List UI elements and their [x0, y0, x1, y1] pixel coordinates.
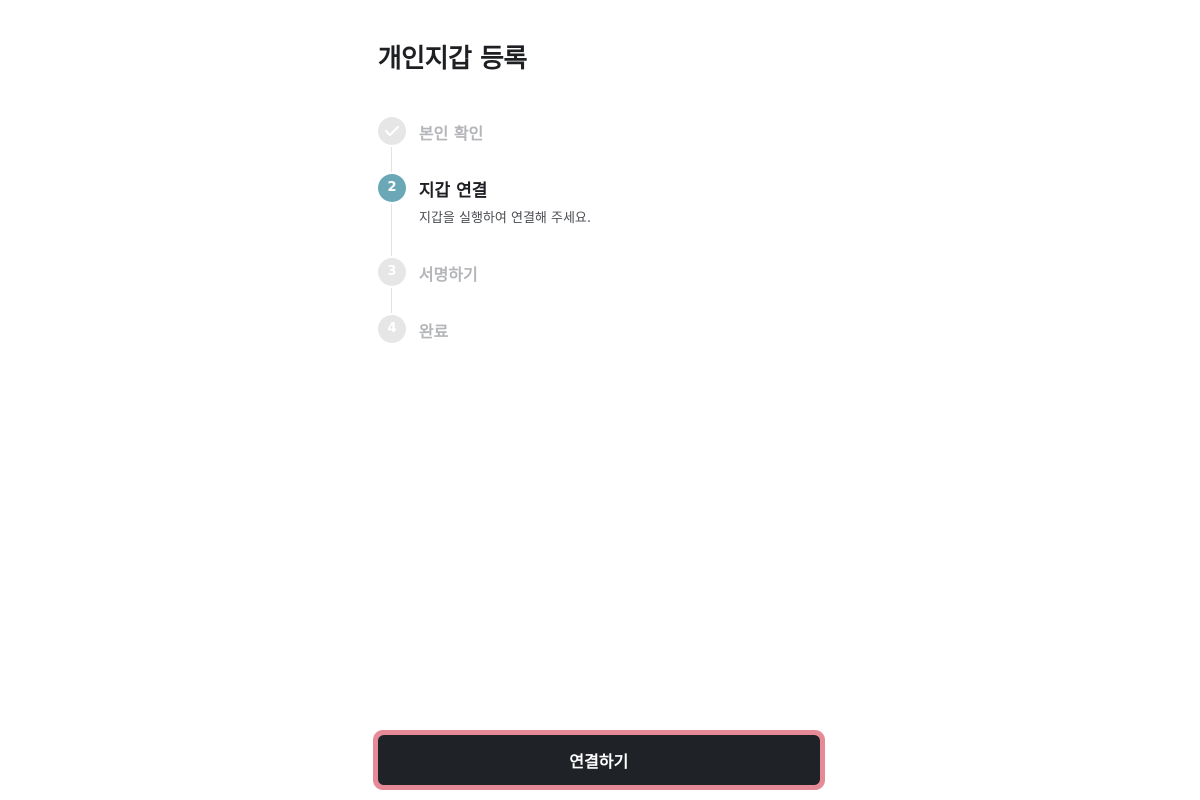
step-connector — [391, 147, 392, 172]
step-label: 완료 — [419, 322, 449, 341]
wallet-registration-page: 개인지갑 등록 본인 확인 2 지갑 연결 지갑을 실행하여 연결해 주세요. … — [0, 0, 1200, 800]
step-number: 2 — [378, 174, 406, 202]
connect-button[interactable]: 연결하기 — [378, 735, 820, 785]
check-icon — [384, 125, 400, 137]
step-label: 지갑 연결 — [419, 181, 488, 201]
step-description: 지갑을 실행하여 연결해 주세요. — [419, 211, 592, 226]
step-label: 서명하기 — [419, 265, 478, 284]
step-label: 본인 확인 — [419, 124, 484, 143]
connect-button-focus-ring: 연결하기 — [373, 730, 825, 790]
step-complete: 4 완료 — [378, 315, 818, 345]
step-connector — [391, 288, 392, 313]
step-number: 3 — [378, 258, 406, 286]
step-wallet-connect: 2 지갑 연결 지갑을 실행하여 연결해 주세요. — [378, 174, 818, 234]
step-sign: 3 서명하기 — [378, 258, 818, 288]
page-title: 개인지갑 등록 — [378, 44, 528, 74]
step-number: 4 — [378, 315, 406, 343]
step-identity-verification: 본인 확인 — [378, 117, 818, 147]
step-marker — [378, 117, 406, 145]
